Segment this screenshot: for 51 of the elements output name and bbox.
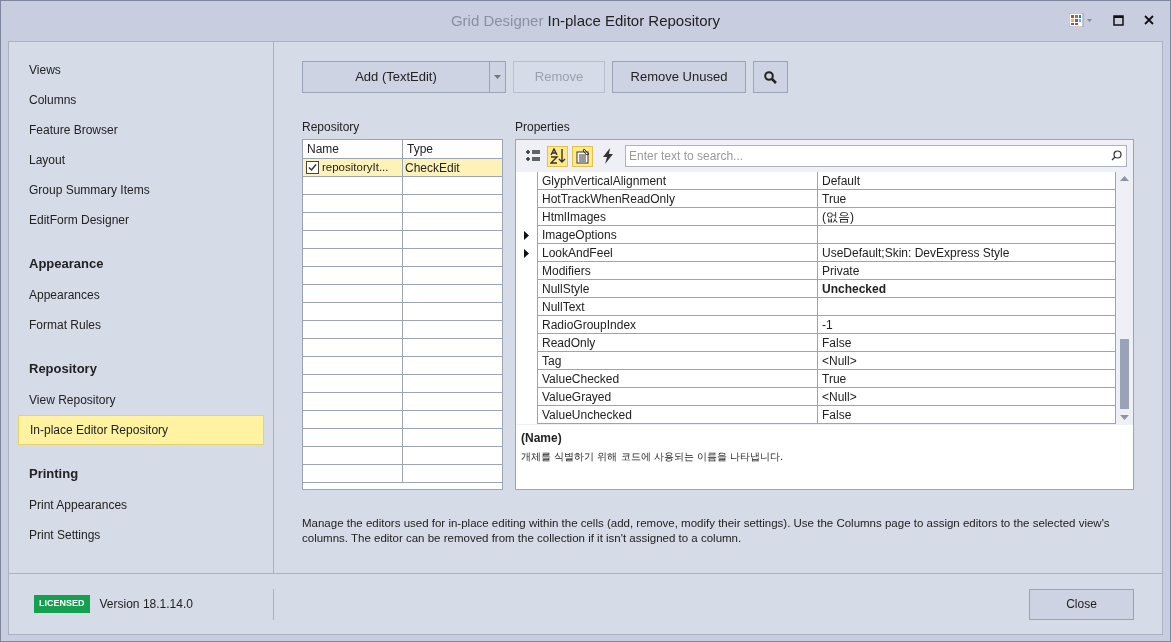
window-title: In-place Editor Repository bbox=[547, 10, 721, 31]
property-tool-button[interactable] bbox=[572, 145, 593, 167]
checkbox[interactable] bbox=[306, 161, 319, 174]
maximize-icon[interactable] bbox=[1113, 14, 1124, 26]
sidebar-item[interactable]: Appearances bbox=[18, 280, 264, 310]
property-tool-button[interactable] bbox=[547, 145, 568, 167]
search-icon bbox=[764, 70, 777, 84]
close-icon[interactable] bbox=[1144, 15, 1154, 25]
skin-palette-icon[interactable] bbox=[1069, 13, 1093, 27]
remove-unused-button[interactable]: Remove Unused bbox=[612, 61, 746, 93]
description-text: 개체를 식별하기 위해 코드에 사용되는 이름을 나타냅니다. bbox=[521, 450, 785, 464]
property-page-icon bbox=[574, 148, 591, 164]
sidebar-item[interactable]: Feature Browser bbox=[18, 115, 264, 145]
search-field[interactable]: Enter text to search... bbox=[625, 145, 1127, 167]
table-cell-text: CheckEdit bbox=[404, 159, 461, 176]
sidebar-group-header: Repository bbox=[28, 360, 98, 379]
column-header: Name bbox=[303, 140, 403, 158]
license-badge: LICENSED bbox=[34, 595, 90, 613]
caret-icon bbox=[494, 75, 501, 79]
lightning-icon bbox=[601, 148, 614, 164]
table-cell-text: repositoryIt... bbox=[322, 159, 389, 175]
sidebar-item[interactable]: Group Summary Items bbox=[18, 175, 264, 205]
panel-title: Properties bbox=[515, 119, 571, 134]
search-button[interactable] bbox=[753, 61, 788, 93]
description-title: (Name) bbox=[521, 430, 563, 447]
sidebar-item[interactable]: EditForm Designer bbox=[18, 205, 264, 235]
sidebar-item[interactable]: Print Settings bbox=[18, 520, 264, 550]
sidebar-item[interactable]: Print Appearances bbox=[18, 490, 264, 520]
categorized-icon bbox=[524, 149, 541, 163]
sidebar-group-header: Printing bbox=[28, 465, 80, 484]
column-header: Type bbox=[406, 141, 434, 158]
search-icon bbox=[1111, 150, 1122, 161]
sidebar-item[interactable]: Format Rules bbox=[18, 310, 264, 340]
scroll-down-icon[interactable] bbox=[1120, 415, 1129, 420]
add-button[interactable]: Add (TextEdit) bbox=[302, 61, 490, 93]
sidebar-group-header: Appearance bbox=[28, 255, 105, 274]
scrollbar[interactable] bbox=[1116, 172, 1133, 424]
help-text: Manage the editors used for in-place editing within the cells (add, remove, modify their settings). Use the Columns page to assign editors to the selected view's columns. The editor can be removed from the collection if it isn't assigned to a column. bbox=[302, 516, 1111, 546]
window-subtitle: Grid Designer bbox=[450, 10, 544, 31]
close-button[interactable]: Close bbox=[1029, 588, 1134, 620]
scrollbar-thumb[interactable] bbox=[1120, 339, 1129, 409]
version-label: Version 18.1.14.0 bbox=[99, 596, 193, 613]
sidebar-item[interactable]: Columns bbox=[18, 85, 264, 115]
sidebar-item[interactable]: Layout bbox=[18, 145, 264, 175]
sidebar-item[interactable]: Views bbox=[18, 55, 264, 85]
panel-title: Repository bbox=[302, 119, 361, 134]
scroll-up-icon[interactable] bbox=[1120, 176, 1129, 181]
sort-az-icon bbox=[549, 148, 566, 164]
sidebar-item[interactable]: View Repository bbox=[18, 385, 264, 415]
sidebar-item[interactable]: In-place Editor Repository bbox=[18, 415, 264, 445]
repository-row[interactable]: repositoryIt... CheckEdit bbox=[303, 159, 502, 177]
